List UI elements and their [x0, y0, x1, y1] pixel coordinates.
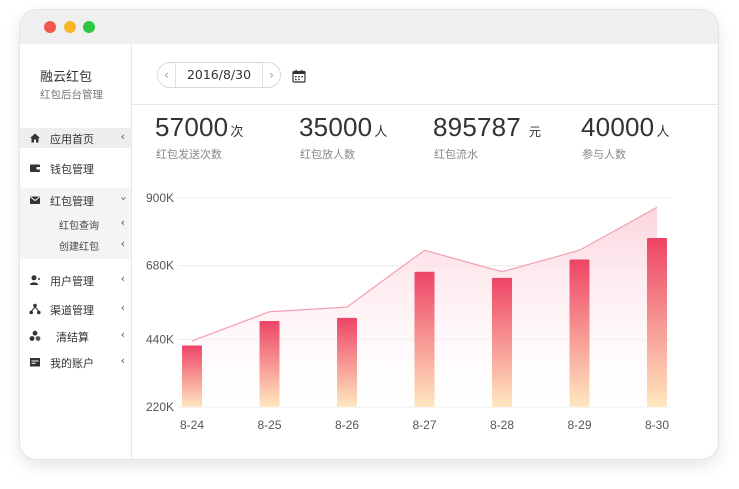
sidebar-subitem-query[interactable]: 红包查询 ‹ — [20, 214, 131, 234]
bar — [647, 237, 667, 407]
bar — [414, 271, 435, 407]
brand-title: 融云红包 — [40, 70, 93, 85]
y-tick-label: 680K — [146, 259, 174, 273]
close-window-button[interactable] — [44, 21, 56, 33]
sidebar-item-label: 清结算 — [56, 331, 89, 344]
stat-value: 40000 — [581, 112, 655, 142]
chevron-left-icon: ‹ — [120, 301, 125, 314]
chevron-left-icon: ‹ — [120, 237, 125, 250]
stat-unit: 次 — [230, 125, 244, 140]
chevron-down-icon: ‹ — [116, 196, 130, 201]
stat-value: 35000 — [299, 112, 373, 142]
chevron-left-icon: ‹ — [120, 354, 125, 367]
maximize-window-button[interactable] — [83, 21, 95, 33]
date-picker[interactable]: ‹ 2016/8/30 › — [157, 62, 281, 88]
user-icon — [29, 275, 40, 285]
sidebar-item-label: 用户管理 — [50, 275, 94, 288]
chevron-left-icon: ‹ — [120, 130, 125, 143]
sidebar-item-users[interactable]: 用户管理 ‹ — [20, 270, 131, 290]
bar — [182, 345, 202, 407]
bar — [569, 259, 590, 407]
sidebar-item-label: 应用首页 — [50, 133, 94, 146]
stat-receivers: 35000 人 红包放人数 — [299, 112, 388, 161]
wallet-icon — [30, 164, 40, 172]
stat-label: 参与人数 — [582, 148, 626, 161]
bar — [337, 317, 357, 407]
x-tick-label: 8-26 — [335, 418, 359, 432]
chevron-left-icon: ‹ — [120, 216, 125, 229]
sidebar-item-label: 我的账户 — [50, 357, 94, 370]
stat-unit: 元 — [528, 125, 541, 139]
sidebar-item-label: 钱包管理 — [50, 163, 94, 176]
stat-label: 红包放人数 — [300, 148, 355, 161]
stat-participants: 40000 人 参与人数 — [581, 112, 670, 161]
stat-send-count: 57000 次 红包发送次数 — [155, 112, 244, 161]
date-value[interactable]: 2016/8/30 — [176, 63, 262, 87]
redpacket-trend-chart: 220K 440K 680K 900K 8-24 8-25 8-26 8-27 8-28 8-29… — [146, 191, 670, 432]
sidebar-item-label: 红包管理 — [50, 195, 94, 208]
calendar-icon[interactable] — [292, 69, 306, 83]
minimize-window-button[interactable] — [64, 21, 76, 33]
sidebar-item-home[interactable]: 应用首页 ‹ — [20, 128, 131, 148]
sidebar-item-wallet[interactable]: 钱包管理 — [20, 158, 131, 178]
y-tick-label: 900K — [146, 191, 174, 205]
sidebar-item-settlement[interactable]: 清结算 ‹ — [20, 326, 131, 346]
sidebar: 融云红包 红包后台管理 应用首页 ‹ 钱包管理 红包管理 ‹ 红包查询 ‹ 创建… — [20, 44, 132, 459]
sidebar-subitem-create[interactable]: 创建红包 ‹ — [20, 235, 131, 255]
sidebar-item-channels[interactable]: 渠道管理 ‹ — [20, 299, 131, 319]
sidebar-item-account[interactable]: 我的账户 ‹ — [20, 352, 131, 372]
bar — [492, 277, 512, 407]
sidebar-item-redpacket[interactable]: 红包管理 ‹ — [20, 190, 131, 210]
x-tick-label: 8-25 — [257, 418, 281, 432]
chevron-left-icon: ‹ — [120, 328, 125, 341]
x-tick-label: 8-24 — [180, 418, 204, 432]
stat-label: 红包发送次数 — [156, 148, 222, 161]
stat-unit: 人 — [656, 125, 670, 140]
y-tick-label: 220K — [146, 400, 174, 414]
previous-date-button[interactable]: ‹ — [158, 63, 176, 87]
next-date-button[interactable]: › — [262, 63, 280, 87]
channel-icon — [29, 303, 41, 315]
stat-flow: 895787 元 红包流水 — [433, 112, 541, 161]
sidebar-subitem-label: 创建红包 — [59, 242, 99, 253]
home-icon — [30, 133, 40, 143]
brand-subtitle: 红包后台管理 — [40, 89, 103, 101]
stat-value: 57000 — [155, 112, 229, 142]
x-tick-label: 8-28 — [490, 418, 514, 432]
top-toolbar: ‹ 2016/8/30 › — [132, 44, 718, 105]
sidebar-item-label: 渠道管理 — [50, 304, 94, 317]
envelope-icon — [30, 196, 40, 204]
sidebar-subitem-label: 红包查询 — [59, 221, 99, 232]
y-tick-label: 440K — [146, 332, 174, 346]
x-tick-label: 8-29 — [567, 418, 591, 432]
title-bar — [20, 10, 718, 44]
account-icon — [30, 358, 40, 367]
bar — [259, 320, 280, 407]
x-tick-label: 8-27 — [412, 418, 436, 432]
settlement-icon — [29, 330, 41, 341]
stat-value: 895787 — [433, 112, 521, 142]
stat-label: 红包流水 — [434, 148, 478, 161]
stat-unit: 人 — [374, 125, 388, 140]
chevron-left-icon: ‹ — [120, 272, 125, 285]
x-tick-label: 8-30 — [645, 418, 669, 432]
